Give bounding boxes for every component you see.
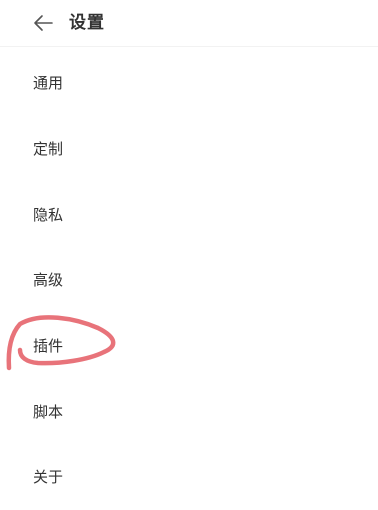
menu-item-plugins[interactable]: 插件 [0,313,378,379]
menu-item-customize[interactable]: 定制 [0,116,378,182]
menu-item-advanced[interactable]: 高级 [0,247,378,313]
menu-item-general[interactable]: 通用 [0,50,378,116]
top-bar: 设置 [0,0,378,47]
settings-menu: 通用 定制 隐私 高级 插件 脚本 关于 [0,50,378,510]
menu-item-about[interactable]: 关于 [0,444,378,510]
menu-item-scripts[interactable]: 脚本 [0,378,378,444]
back-button[interactable] [26,8,60,38]
arrow-left-icon [34,15,53,31]
page-title: 设置 [69,13,105,33]
menu-item-privacy[interactable]: 隐私 [0,181,378,247]
